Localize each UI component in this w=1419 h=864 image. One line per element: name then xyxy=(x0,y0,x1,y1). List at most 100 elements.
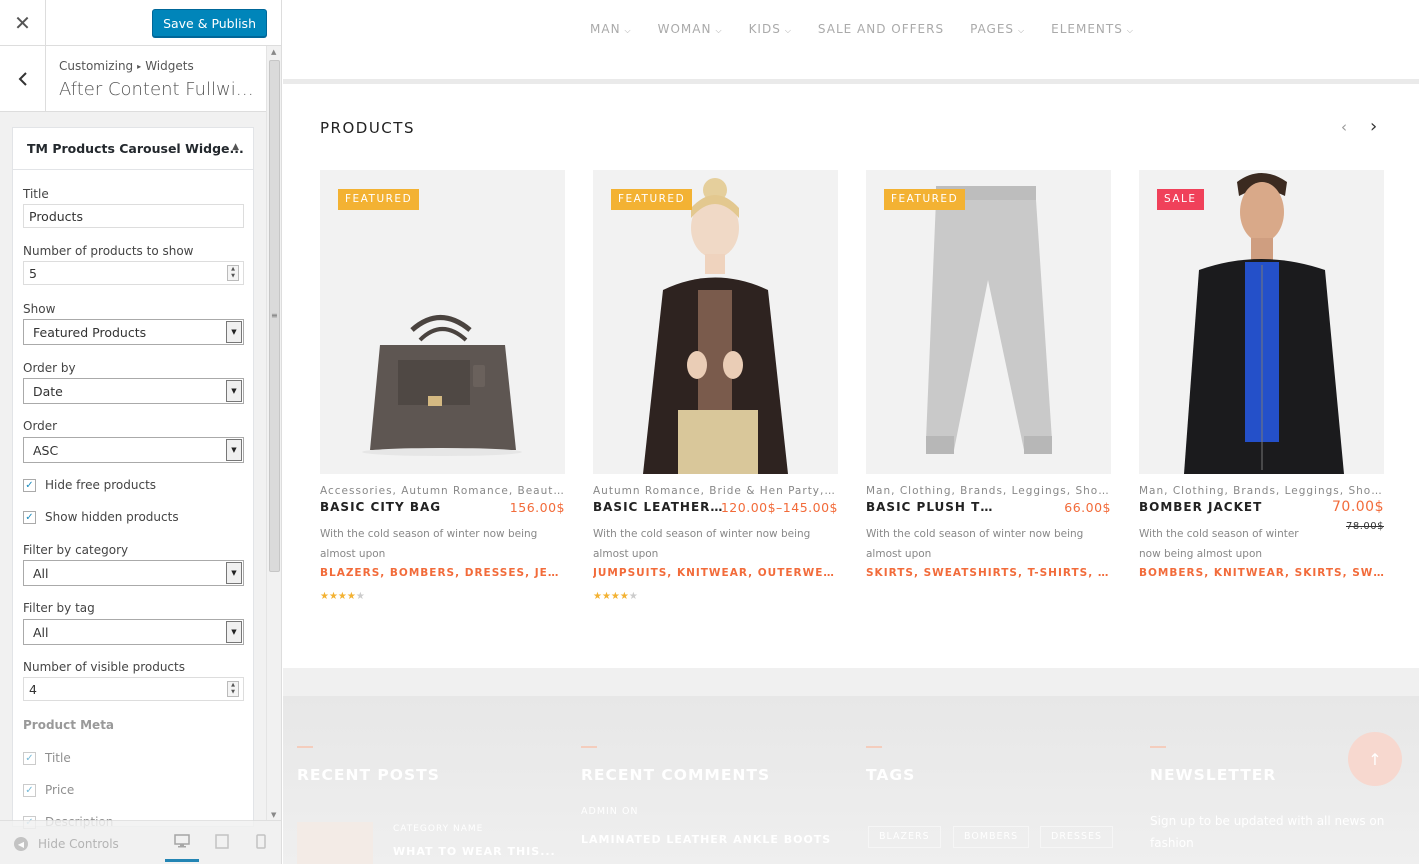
collapse-arrow-icon[interactable]: ▲ xyxy=(232,142,239,152)
recent-posts-heading: RECENT POSTS xyxy=(297,766,440,784)
order-select[interactable]: ASC ▼ xyxy=(23,437,244,463)
nav-item-woman[interactable]: WOMAN ⌵ xyxy=(658,22,723,36)
product-tags[interactable]: SKIRTS, SWEATSHIRTS, T-SHIRTS, TOPS... xyxy=(866,567,1111,579)
show-select[interactable]: Featured Products ▼ xyxy=(23,319,244,345)
meta-price-checkbox[interactable]: ✓ xyxy=(23,783,36,797)
comment-author[interactable]: ADMIN ON xyxy=(581,806,639,817)
footer-newsletter: NEWSLETTER xyxy=(1150,746,1276,784)
title-input[interactable] xyxy=(23,204,244,228)
tag-chip[interactable]: BOMBERS xyxy=(953,826,1030,848)
product-tags[interactable]: BLAZERS, BOMBERS, DRESSES, JEANS xyxy=(320,567,565,579)
desktop-icon xyxy=(174,834,190,848)
dropdown-arrow-icon: ▼ xyxy=(226,562,242,584)
visible-products-value: 4 xyxy=(29,682,37,697)
chevron-left-icon xyxy=(18,72,27,86)
visible-products-input[interactable]: 4 ▲ ▼ xyxy=(23,677,244,701)
hide-controls-label: Hide Controls xyxy=(38,837,119,851)
carousel-prev-icon[interactable]: ‹ xyxy=(1341,118,1347,136)
product-name[interactable]: BOMBER JACKET xyxy=(1139,500,1262,514)
product-card[interactable]: FEATURED Man, Clothing, Brands, Leggings… xyxy=(866,170,1111,620)
spinner-icon[interactable]: ▲ ▼ xyxy=(227,265,239,281)
show-hidden-checkbox[interactable]: ✓ xyxy=(23,510,36,524)
category-label: Filter by category xyxy=(23,543,129,557)
scroll-to-top-button[interactable]: ↑ xyxy=(1348,732,1402,786)
product-tags[interactable]: BOMBERS, KNITWEAR, SKIRTS, SWEAT... xyxy=(1139,567,1384,579)
meta-title-checkbox-row[interactable]: ✓ Title xyxy=(23,751,71,765)
nav-label: KIDS xyxy=(748,22,781,36)
newsletter-text: Sign up to be updated with all news on f… xyxy=(1150,814,1385,850)
product-image[interactable]: SALE xyxy=(1139,170,1384,474)
product-name[interactable]: BASIC CITY BAG xyxy=(320,500,441,514)
dropdown-arrow-icon: ▼ xyxy=(226,621,242,643)
newsletter-heading: NEWSLETTER xyxy=(1150,766,1277,784)
tag-chip[interactable]: DRESSES xyxy=(1040,826,1114,848)
product-image[interactable]: FEATURED xyxy=(866,170,1111,474)
back-button[interactable] xyxy=(0,46,46,112)
featured-badge: FEATURED xyxy=(611,189,693,210)
product-image[interactable]: FEATURED xyxy=(320,170,565,474)
widget-header[interactable]: TM Products Carousel Widge... ▲ xyxy=(13,128,253,170)
orderby-label: Order by xyxy=(23,361,76,375)
save-publish-button[interactable]: Save & Publish xyxy=(152,9,267,37)
nav-item-man[interactable]: MAN ⌵ xyxy=(590,22,632,36)
footer-recent-comments: RECENT COMMENTS xyxy=(581,746,770,784)
nav-label: WOMAN xyxy=(657,22,712,36)
category-select[interactable]: All ▼ xyxy=(23,560,244,586)
chevron-down-icon: ⌵ xyxy=(1018,26,1026,35)
post-thumbnail[interactable] xyxy=(297,822,373,864)
orderby-select[interactable]: Date ▼ xyxy=(23,378,244,404)
post-title[interactable]: WHAT TO WEAR THIS... xyxy=(393,845,556,858)
hide-controls-button[interactable]: ◀ Hide Controls xyxy=(14,837,119,851)
tag-chip[interactable]: BLAZERS xyxy=(868,826,941,848)
scrollbar-thumb[interactable]: ≡ xyxy=(269,60,280,572)
sidebar-scrollbar[interactable]: ▲ ≡ ▼ xyxy=(266,46,281,820)
hide-free-checkbox[interactable]: ✓ xyxy=(23,478,36,492)
meta-title-checkbox[interactable]: ✓ xyxy=(23,751,36,765)
tag-label: Filter by tag xyxy=(23,601,95,615)
comment-post-link[interactable]: LAMINATED LEATHER ANKLE BOOTS xyxy=(581,833,831,846)
tablet-preview-button[interactable] xyxy=(205,834,239,862)
product-name[interactable]: BASIC LEATHER J... xyxy=(593,500,723,514)
collapse-circle-icon: ◀ xyxy=(14,837,28,851)
close-button[interactable]: ✕ xyxy=(0,0,46,46)
product-description: With the cold season of winter now being… xyxy=(866,528,1084,560)
product-categories: Man, Clothing, Brands, Leggings, Shoes xyxy=(1139,485,1384,497)
order-value: ASC xyxy=(33,443,59,458)
show-hidden-checkbox-row[interactable]: ✓ Show hidden products xyxy=(23,510,179,524)
nav-item-elements[interactable]: ELEMENTS ⌵ xyxy=(1051,22,1134,36)
post-category[interactable]: CATEGORY NAME xyxy=(393,824,483,834)
site-preview: MAN ⌵ WOMAN ⌵ KIDS ⌵ SALE AND OFFERS PAGES ⌵… xyxy=(283,0,1419,864)
meta-title-label: Title xyxy=(45,751,71,765)
scroll-up-icon[interactable]: ▲ xyxy=(271,48,276,56)
scroll-down-icon[interactable]: ▼ xyxy=(271,811,276,819)
product-price: 70.00$ xyxy=(1332,499,1384,515)
nav-item-kids[interactable]: KIDS ⌵ xyxy=(749,22,792,36)
product-tags[interactable]: JUMPSUITS, KNITWEAR, OUTERWEAR, ... xyxy=(593,567,838,579)
breadcrumb: Customizing ▸ Widgets xyxy=(59,59,194,73)
footer-tags: TAGS xyxy=(866,746,915,784)
carousel-next-icon[interactable]: › xyxy=(1370,116,1377,137)
title-label: Title xyxy=(23,187,49,201)
product-name[interactable]: BASIC PLUSH TR... xyxy=(866,500,996,514)
sale-badge: SALE xyxy=(1157,189,1204,210)
meta-price-checkbox-row[interactable]: ✓ Price xyxy=(23,783,74,797)
nav-item-sale[interactable]: SALE AND OFFERS xyxy=(818,22,944,36)
customizer-sidebar: ✕ Save & Publish Customizing ▸ Widgets Aft… xyxy=(0,0,282,864)
product-card[interactable]: SALE Man, Clothing, Brands, Leggings, Sh… xyxy=(1139,170,1384,620)
product-price: 156.00$ xyxy=(509,500,565,515)
spinner-icon[interactable]: ▲ ▼ xyxy=(227,681,239,697)
products-heading: PRODUCTS xyxy=(320,119,415,137)
product-card[interactable]: FEATURED Autumn Romance, Bride & Hen Par… xyxy=(593,170,838,620)
mobile-preview-button[interactable] xyxy=(244,834,278,862)
orderby-value: Date xyxy=(33,384,63,399)
nav-item-pages[interactable]: PAGES ⌵ xyxy=(970,22,1025,36)
desktop-preview-button[interactable] xyxy=(165,834,199,862)
product-card[interactable]: FEATURED Accessories, Autumn Romance, Be… xyxy=(320,170,565,620)
dropdown-arrow-icon: ▼ xyxy=(226,380,242,402)
breadcrumb-sep-icon: ▸ xyxy=(137,62,142,71)
tag-select[interactable]: All ▼ xyxy=(23,619,244,645)
num-products-input[interactable]: 5 ▲ ▼ xyxy=(23,261,244,285)
product-image[interactable]: FEATURED xyxy=(593,170,838,474)
product-price: 120.00$–145.00$ xyxy=(720,500,838,515)
hide-free-checkbox-row[interactable]: ✓ Hide free products xyxy=(23,478,156,492)
